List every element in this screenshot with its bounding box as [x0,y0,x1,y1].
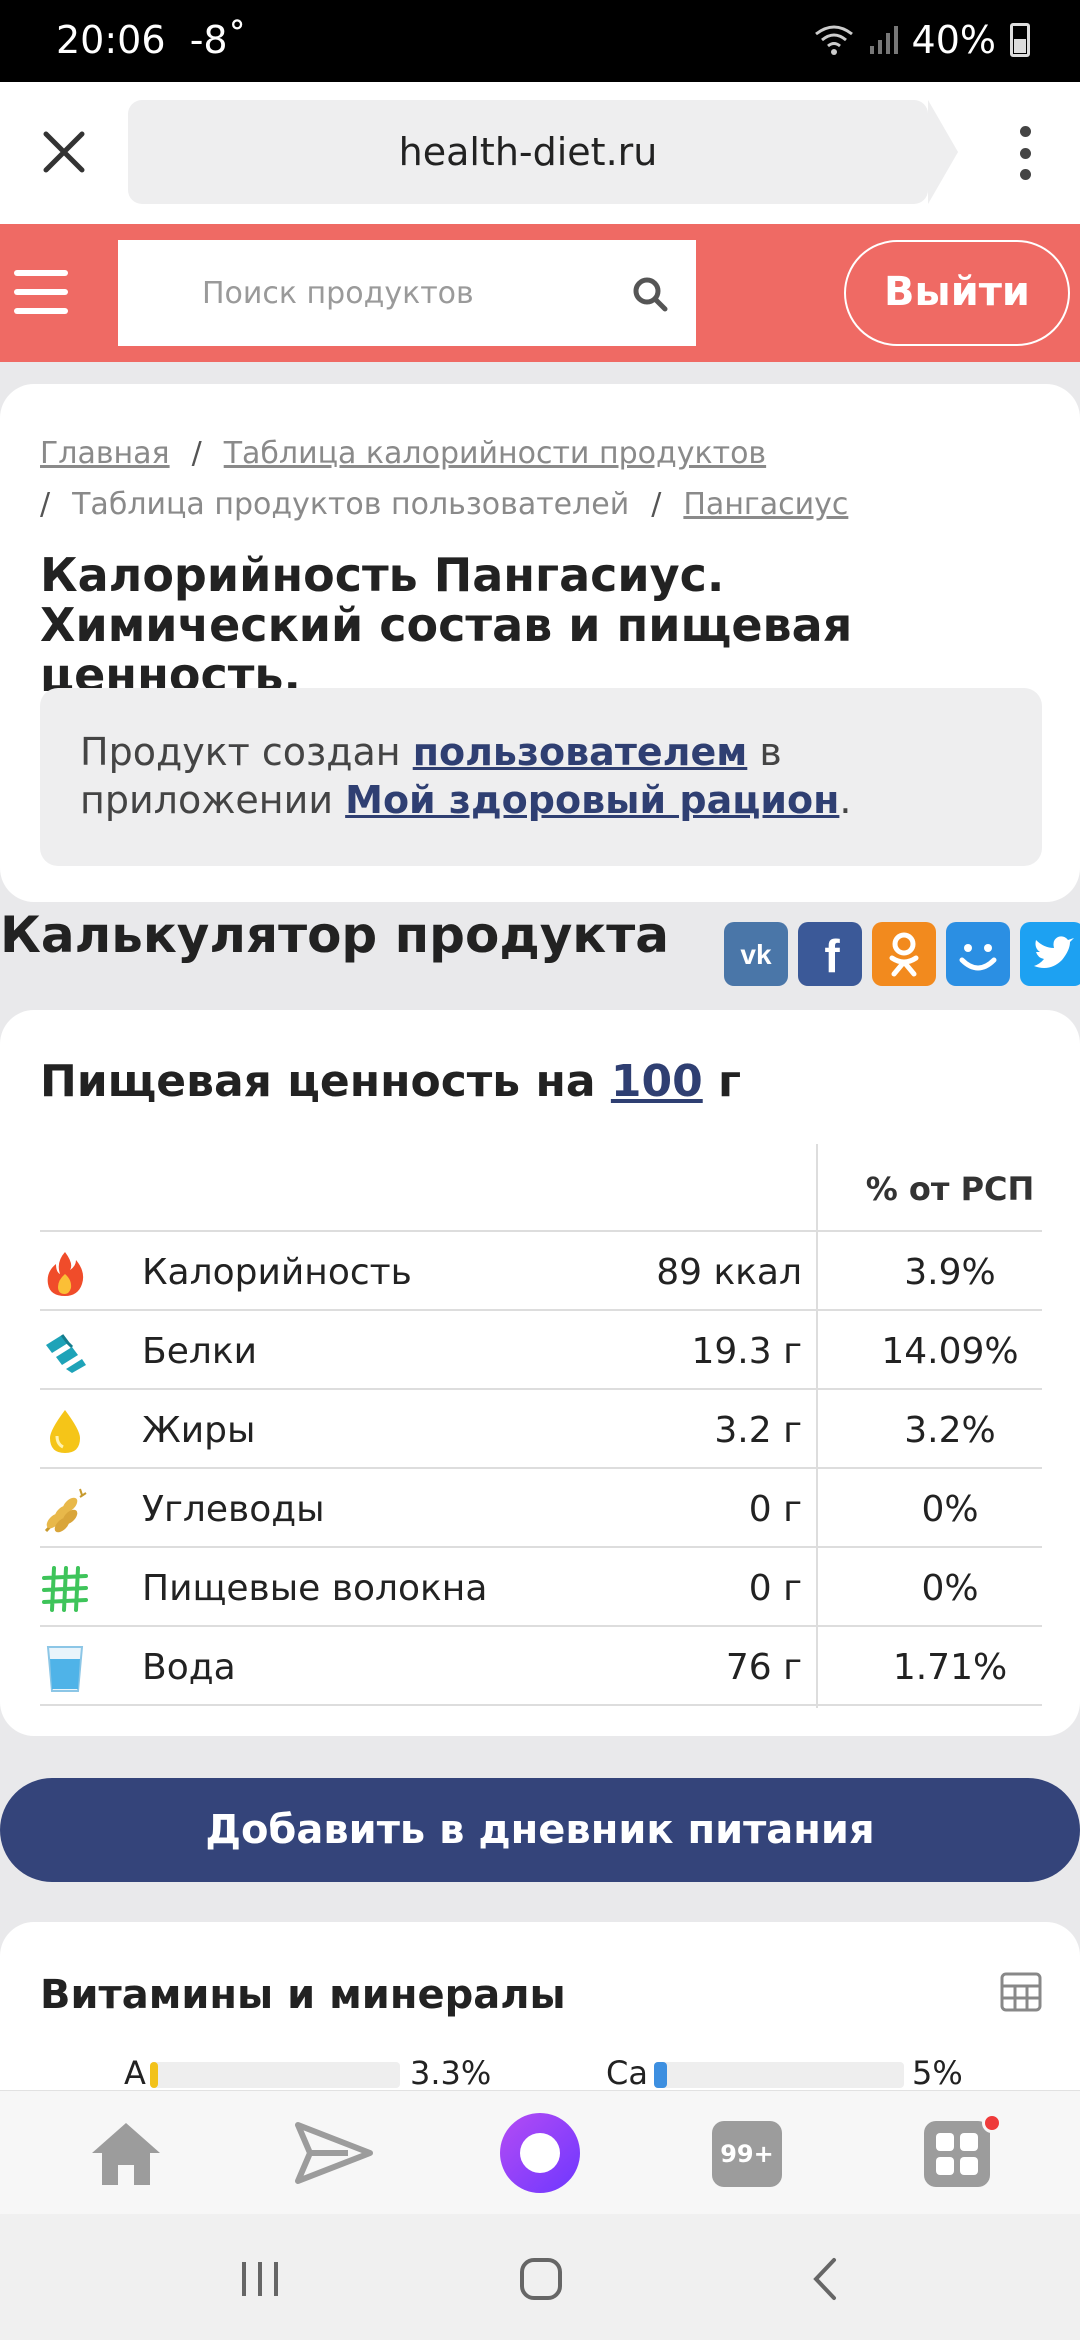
more-menu-icon[interactable] [1020,126,1032,180]
wifi-icon [814,25,853,55]
status-bar: 20:06 -8˚ 40% [0,0,1080,82]
table-row: Углеводы 0 г 0% [40,1469,1042,1548]
protein-icon [46,1334,86,1373]
breadcrumb-product[interactable]: Пангасиус [683,487,848,522]
browser-bottom-nav: 99+ [0,2090,1080,2214]
nutrition-card: Пищевая ценность на 100 г % от РСП Калор… [0,1010,1080,1736]
system-nav-bar [0,2214,1080,2340]
apps-grid-icon[interactable] [924,2121,990,2187]
hamburger-menu-icon[interactable] [14,270,68,314]
twitter-icon[interactable] [1020,922,1080,986]
table-row: Вода 76 г 1.71% [40,1627,1042,1706]
notification-dot [982,2113,1002,2133]
progress-fill [654,2062,667,2088]
nutrition-title: Пищевая ценность на 100 г [40,1056,742,1107]
user-link[interactable]: пользователем [413,730,748,774]
pct-column-header: % от РСП [865,1170,1035,1208]
recent-apps-icon[interactable] [230,2254,290,2304]
table-row: Калорийность 89 ккал 3.9% [40,1232,1042,1311]
home-button-icon[interactable] [510,2254,570,2304]
wheat-icon [44,1488,87,1533]
table-row: Жиры 3.2 г 3.2% [40,1390,1042,1469]
search-placeholder: Поиск продуктов [202,276,474,311]
browser-toolbar: health-diet.ru [0,82,1080,224]
product-header-card: Главная / Таблица калорийности продуктов /… [0,384,1080,902]
add-to-diary-button[interactable]: Добавить в дневник питания [0,1778,1080,1882]
table-header: % от РСП [40,1144,1042,1232]
url-text: health-diet.ru [398,130,658,174]
close-icon[interactable] [40,128,88,176]
calculator-heading: Калькулятор продукта [0,906,669,964]
logout-button[interactable]: Выйти [844,240,1070,346]
facebook-icon[interactable]: f [798,922,862,986]
breadcrumb-user-products: Таблица продуктов пользователей [72,487,630,522]
vitamins-title: Витамины и минералы [40,1972,566,2018]
table-view-icon[interactable] [1000,1972,1042,2012]
status-indicators: 40% [814,18,1030,62]
vitamin-a-item: A 3.3% [124,2054,492,2092]
info-text: Продукт создан пользователем в приложени… [80,730,852,822]
moimir-icon[interactable] [946,922,1010,986]
tabs-count-badge[interactable]: 99+ [712,2121,782,2187]
oil-drop-icon [50,1410,80,1453]
amount-link[interactable]: 100 [611,1056,703,1107]
info-box: Продукт создан пользователем в приложени… [40,688,1042,866]
progress-bar [150,2062,400,2088]
site-header: Поиск продуктов Выйти [0,224,1080,362]
alice-assistant-icon[interactable] [500,2113,580,2193]
battery-percent: 40% [911,18,996,62]
breadcrumb: Главная / Таблица калорийности продуктов /… [40,436,849,522]
water-glass-icon [46,1646,84,1692]
table-row: Пищевые волокна 0 г 0% [40,1548,1042,1627]
send-icon[interactable] [292,2111,376,2195]
vk-icon[interactable]: vk [724,922,788,986]
fire-icon [47,1252,84,1296]
progress-bar [654,2062,904,2088]
fiber-grid-icon [42,1566,88,1612]
app-link[interactable]: Мой здоровый рацион [345,778,839,822]
back-icon[interactable] [796,2254,856,2304]
status-time: 20:06 -8˚ [56,18,247,62]
battery-icon [1010,23,1030,57]
svg-text:vk: vk [740,939,772,970]
odnoklassniki-icon[interactable] [872,922,936,986]
signal-icon [869,26,898,54]
search-icon[interactable] [632,276,668,312]
progress-fill [150,2062,159,2088]
home-icon[interactable] [84,2111,168,2195]
breadcrumb-home[interactable]: Главная [40,436,170,471]
address-bar[interactable]: health-diet.ru [128,100,958,204]
breadcrumb-calorie-table[interactable]: Таблица калорийности продуктов [224,436,766,471]
search-input[interactable]: Поиск продуктов [118,240,696,346]
mineral-ca-item: Ca 5% [606,2054,963,2092]
svg-text:f: f [824,930,840,982]
page-title: Калорийность Пангасиус. Химический соста… [40,548,853,702]
table-row: Белки 19.3 г 14.09% [40,1311,1042,1390]
